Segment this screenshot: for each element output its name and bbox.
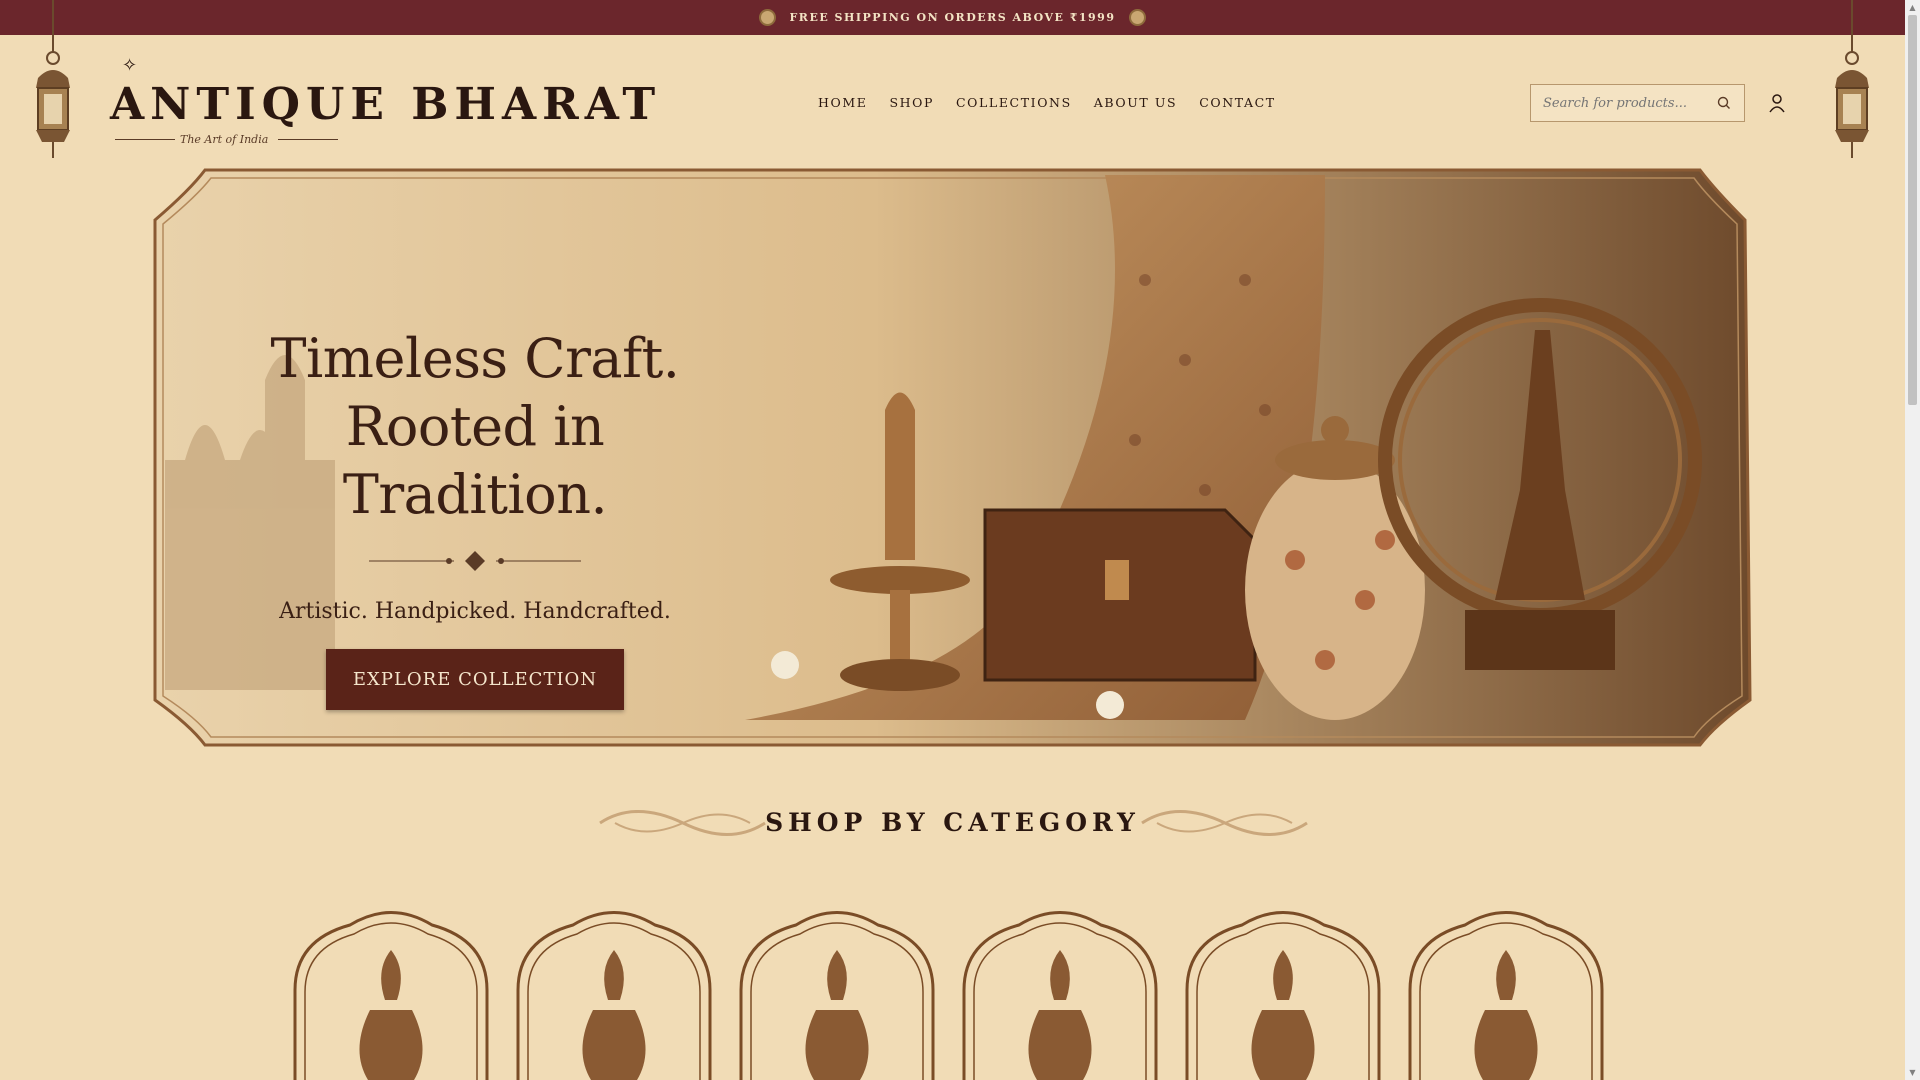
hero-banner: Timeless Craft. Rooted in Tradition. Art… <box>145 160 1760 755</box>
category-card[interactable] <box>513 900 715 1080</box>
category-grid <box>290 900 1607 1080</box>
category-card[interactable] <box>1405 900 1607 1080</box>
scroll-down-arrow-icon[interactable]: ▼ <box>1908 1068 1917 1077</box>
brand-name: ANTIQUE BHARAT <box>110 79 662 130</box>
medallion-icon <box>758 9 776 26</box>
category-card[interactable] <box>290 900 492 1080</box>
tagline-rule-left <box>115 139 175 140</box>
brand-tagline: The Art of India <box>180 133 269 146</box>
hero-title-line-2: Rooted in Tradition. <box>342 395 608 526</box>
search-input[interactable] <box>1543 95 1716 111</box>
user-account-icon[interactable] <box>1768 93 1786 113</box>
hero-subtitle: Artistic. Handpicked. Handcrafted. <box>279 599 671 624</box>
vase-icon <box>962 911 1158 1080</box>
vase-icon <box>739 911 935 1080</box>
section-title-shop-by-category: SHOP BY CATEGORY <box>765 808 1140 837</box>
tagline-rule-right <box>278 139 338 140</box>
scroll-up-arrow-icon[interactable]: ▲ <box>1908 3 1917 12</box>
vase-icon <box>516 911 712 1080</box>
flourish-right-icon <box>1141 810 1308 836</box>
category-card[interactable] <box>736 900 938 1080</box>
vase-icon <box>293 911 489 1080</box>
explore-collection-button[interactable]: EXPLORE COLLECTION <box>326 649 624 710</box>
main-nav: HOME SHOP COLLECTIONS ABOUT US CONTACT <box>818 95 1276 110</box>
search-box <box>1530 84 1745 122</box>
announcement-text: FREE SHIPPING ON ORDERS ABOVE ₹1999 <box>789 11 1116 24</box>
site-header: ✧ ANTIQUE BHARAT The Art of India HOME S… <box>0 35 1905 160</box>
search-icon[interactable] <box>1716 95 1732 111</box>
category-card[interactable] <box>1182 900 1384 1080</box>
hero-text: Timeless Craft. Rooted in Tradition. Art… <box>240 325 710 710</box>
lotus-icon: ✧ <box>122 55 138 76</box>
nav-home[interactable]: HOME <box>818 95 867 110</box>
medallion-icon <box>1129 9 1147 26</box>
vase-icon <box>1408 911 1604 1080</box>
page-scrollbar[interactable]: ▲ ▼ <box>1905 0 1920 1080</box>
nav-shop[interactable]: SHOP <box>889 95 934 110</box>
scrollbar-thumb[interactable] <box>1908 15 1917 405</box>
category-card[interactable] <box>959 900 1161 1080</box>
nav-contact[interactable]: CONTACT <box>1199 95 1276 110</box>
nav-about-us[interactable]: ABOUT US <box>1094 95 1177 110</box>
brand-logo[interactable]: ✧ ANTIQUE BHARAT The Art of India <box>110 55 655 165</box>
divider-ornament-icon <box>369 551 581 571</box>
vase-icon <box>1185 911 1381 1080</box>
hero-title-line-1: Timeless Craft. <box>270 327 680 390</box>
announcement-bar: FREE SHIPPING ON ORDERS ABOVE ₹1999 <box>0 0 1905 35</box>
nav-collections[interactable]: COLLECTIONS <box>956 95 1072 110</box>
